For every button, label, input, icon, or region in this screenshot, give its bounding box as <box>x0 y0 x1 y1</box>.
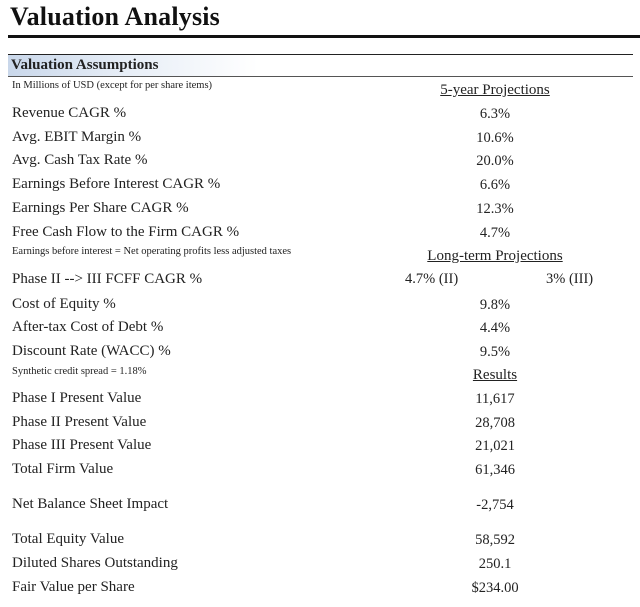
row-value-ebi-cagr: 6.6% <box>479 177 511 193</box>
row-label-phase-ii-pv: Phase II Present Value <box>12 414 147 430</box>
row-value-fair-value-per-share: $234.00 <box>471 580 519 596</box>
credit-spread-footnote: Synthetic credit spread = 1.18% <box>12 366 147 377</box>
row-value-cost-of-equity: 9.8% <box>479 297 511 313</box>
row-label-total-equity-value: Total Equity Value <box>12 531 124 547</box>
title-divider <box>8 35 640 38</box>
row-label-diluted-shares: Diluted Shares Outstanding <box>12 555 178 571</box>
row-value-ebit-margin: 10.6% <box>476 130 514 146</box>
section-title: Valuation Assumptions <box>11 57 159 73</box>
ebi-footnote: Earnings before interest = Net operating… <box>12 246 292 257</box>
row-value-wacc: 9.5% <box>479 344 511 360</box>
row-value-diluted-shares: 250.1 <box>478 556 512 572</box>
row-value-phase-i-pv: 11,617 <box>475 391 515 407</box>
row-label-revenue-cagr: Revenue CAGR % <box>12 105 127 121</box>
section-header: Valuation Assumptions <box>8 55 633 77</box>
five-year-projections-header: 5-year Projections <box>440 82 550 98</box>
row-value-cost-of-debt: 4.4% <box>479 320 511 336</box>
row-label-cost-of-debt: After-tax Cost of Debt % <box>12 319 164 335</box>
long-term-projections-header: Long-term Projections <box>427 248 563 264</box>
row-value-total-firm-value: 61,346 <box>475 462 515 478</box>
row-label-phase-cagr: Phase II --> III FCFF CAGR % <box>12 271 203 287</box>
row-value-eps-cagr: 12.3% <box>476 201 514 217</box>
row-label-fair-value-per-share: Fair Value per Share <box>12 579 135 595</box>
row-label-net-balance-sheet-impact: Net Balance Sheet Impact <box>12 496 169 512</box>
row-value-total-equity-value: 58,592 <box>475 532 515 548</box>
row-label-cost-of-equity: Cost of Equity % <box>12 296 116 312</box>
row-label-ebi-cagr: Earnings Before Interest CAGR % <box>12 176 221 192</box>
row-value-revenue-cagr: 6.3% <box>479 106 511 122</box>
row-label-cash-tax-rate: Avg. Cash Tax Rate % <box>12 152 148 168</box>
page-title: Valuation Analysis <box>10 2 221 31</box>
units-note: In Millions of USD (except for per share… <box>12 80 213 91</box>
row-label-fcff-cagr: Free Cash Flow to the Firm CAGR % <box>12 224 240 240</box>
row-value-cash-tax-rate: 20.0% <box>476 153 514 169</box>
row-label-phase-i-pv: Phase I Present Value <box>12 390 142 406</box>
results-header: Results <box>472 367 518 383</box>
row-value-phase-iii: 3% (III) <box>546 271 594 287</box>
row-value-phase-ii-pv: 28,708 <box>475 415 515 431</box>
row-label-total-firm-value: Total Firm Value <box>12 461 114 477</box>
row-value-phase-iii-pv: 21,021 <box>475 438 515 454</box>
row-value-net-balance-sheet-impact: -2,754 <box>476 497 514 513</box>
row-label-phase-iii-pv: Phase III Present Value <box>12 437 152 453</box>
row-value-phase-ii: 4.7% (II) <box>405 271 459 287</box>
row-label-wacc: Discount Rate (WACC) % <box>12 343 171 359</box>
row-label-eps-cagr: Earnings Per Share CAGR % <box>12 200 189 216</box>
row-label-ebit-margin: Avg. EBIT Margin % <box>12 129 142 145</box>
row-value-fcff-cagr: 4.7% <box>479 225 511 241</box>
